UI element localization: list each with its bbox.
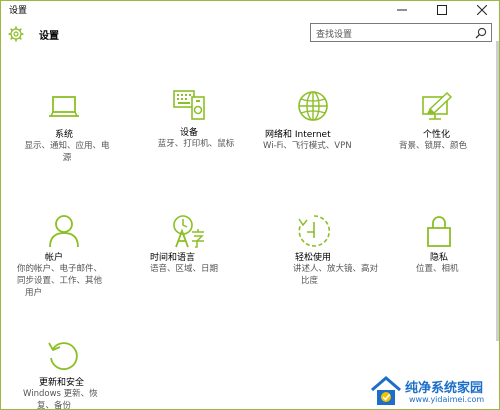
search-placeholder: 查找设置 xyxy=(316,30,353,40)
person-icon xyxy=(49,215,79,248)
refresh-icon xyxy=(48,342,78,370)
tile-name: 个性化 xyxy=(423,130,451,140)
house-logo-icon xyxy=(371,376,401,405)
tile-description: 语音、区域、日期 xyxy=(150,264,219,274)
tile-name: 隐私 xyxy=(430,253,449,263)
time-language-icon xyxy=(173,215,204,248)
minimize-button[interactable] xyxy=(385,1,419,18)
settings-header: 设置 查找设置 xyxy=(1,21,499,51)
tile-name: 轻松使用 xyxy=(295,253,332,263)
maximize-icon xyxy=(437,4,447,15)
settings-window: 设置 设置 查找设置 系统 显示、通知、应用、电 源 设备 蓝牙、打印机、鼠标 … xyxy=(0,0,500,410)
tile-name: 帐户 xyxy=(45,253,64,263)
watermark-url: www.yidaimei.com xyxy=(409,395,485,404)
settings-tile-update-security[interactable]: 更新和安全 Windows 更新、恢 复、备份 xyxy=(23,339,157,409)
page-title: 设置 xyxy=(39,31,59,42)
close-icon xyxy=(477,4,487,15)
search-input[interactable]: 查找设置 xyxy=(310,23,492,42)
tile-name: 网络和 Internet xyxy=(265,130,331,140)
laptop-icon xyxy=(49,96,79,117)
gear-icon[interactable] xyxy=(8,26,24,42)
tile-description: 显示、通知、应用、电源 xyxy=(24,141,110,163)
settings-tile-accounts[interactable]: 帐户 你的帐户、电子邮件、 同步设置、工作、其他 用户 xyxy=(17,214,157,300)
tile-name: 系统 xyxy=(55,130,74,140)
personalization-icon xyxy=(422,91,453,120)
settings-tile-personalization[interactable]: 个性化 背景、锁屏、颜色 xyxy=(399,91,499,171)
globe-icon xyxy=(298,91,328,121)
settings-tile-network[interactable]: 网络和 Internet Wi-Fi、飞行模式、VPN xyxy=(263,91,407,171)
tile-description: 讲述人、放大镜、高对 比度 xyxy=(293,264,379,286)
search-icon[interactable] xyxy=(475,27,487,39)
watermark-title: 纯净系统家园 xyxy=(405,381,484,396)
close-button[interactable] xyxy=(465,1,499,18)
tile-description: 你的帐户、电子邮件、 同步设置、工作、其他 用户 xyxy=(17,264,103,298)
tile-name: 更新和安全 xyxy=(39,378,85,388)
devices-icon xyxy=(173,90,205,120)
tile-name: 时间和语言 xyxy=(150,253,196,263)
title-bar: 设置 xyxy=(1,1,499,18)
scrollbar[interactable] xyxy=(496,41,499,341)
watermark-logo: 纯净系统家园 www.yidaimei.com xyxy=(369,375,499,409)
tile-description: 背景、锁屏、颜色 xyxy=(399,141,468,151)
lock-icon xyxy=(427,216,451,247)
tile-description: 位置、相机 xyxy=(416,264,459,274)
settings-tile-system[interactable]: 系统 显示、通知、应用、电源 xyxy=(24,91,157,171)
tile-name: 设备 xyxy=(180,128,199,138)
settings-tile-time-language[interactable]: 时间和语言 语音、区域、日期 xyxy=(150,214,282,294)
settings-tile-ease-of-access[interactable]: 轻松使用 讲述人、放大镜、高对 比度 xyxy=(293,214,407,294)
tile-description: Wi-Fi、飞行模式、VPN xyxy=(263,141,352,151)
window-title: 设置 xyxy=(9,6,28,16)
maximize-button[interactable] xyxy=(425,1,459,18)
settings-tile-privacy[interactable]: 隐私 位置、相机 xyxy=(416,214,499,294)
tile-description: 蓝牙、打印机、鼠标 xyxy=(157,139,235,149)
minimize-icon xyxy=(397,9,407,10)
tile-description: Windows 更新、恢 复、备份 xyxy=(23,389,98,410)
ease-of-access-icon xyxy=(298,215,331,247)
